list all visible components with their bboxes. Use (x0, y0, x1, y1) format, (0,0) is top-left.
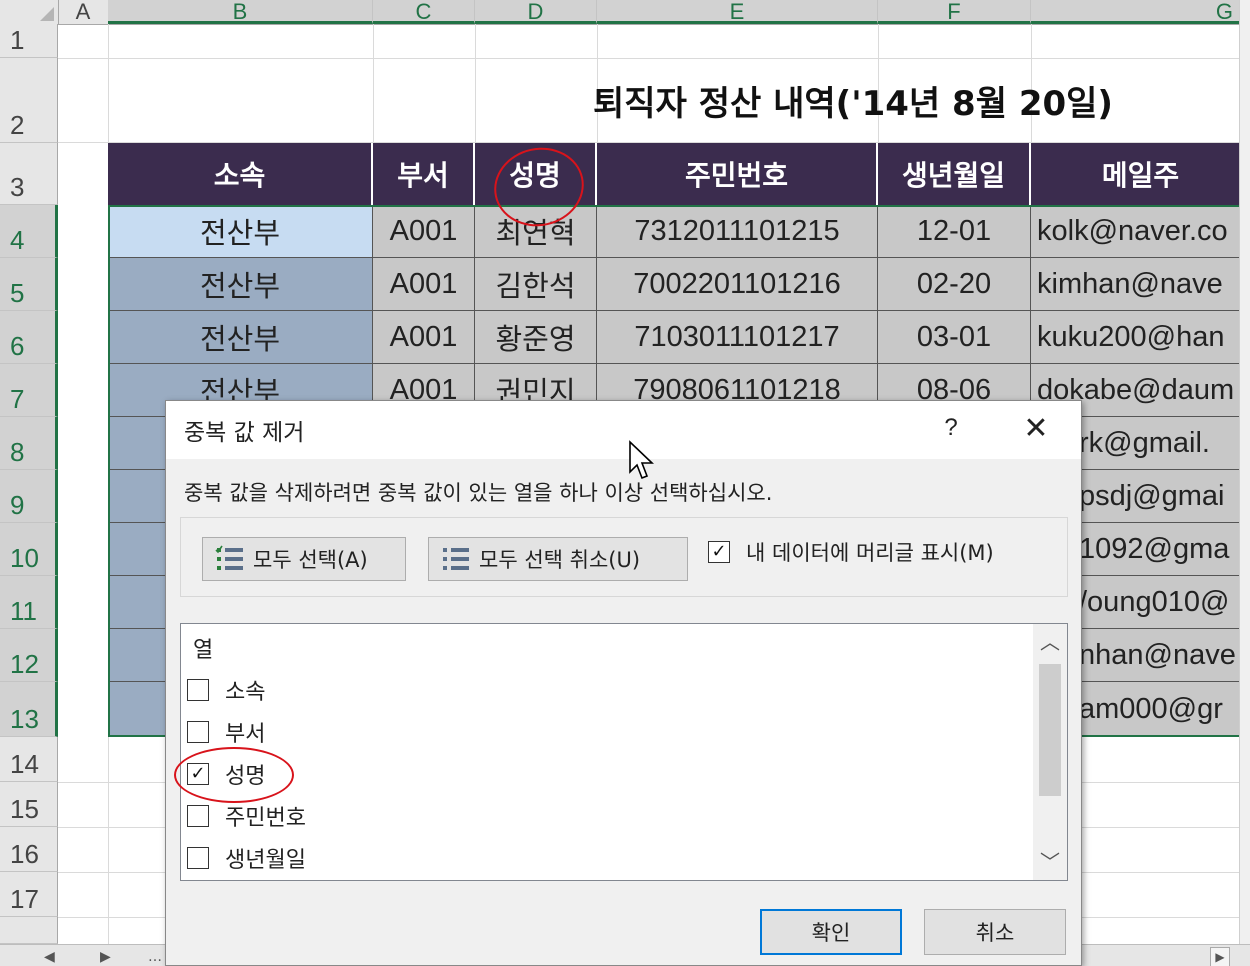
row-header-17[interactable]: 17 (0, 872, 58, 917)
cell-b5[interactable]: 전산부 (108, 258, 373, 311)
column-header-row: A B C D E F G (0, 0, 1250, 25)
column-option-label: 생년월일 (225, 848, 306, 873)
cell-b4[interactable]: 전산부 (108, 205, 373, 258)
cell-g5[interactable]: kimhan@nave (1031, 258, 1250, 311)
dialog-instruction: 중복 값을 삭제하려면 중복 값이 있는 열을 하나 이상 선택하십시오. (184, 481, 773, 505)
table-header-affiliation: 소속 (108, 143, 373, 205)
cell-c6[interactable]: A001 (373, 311, 475, 364)
row-header-2[interactable]: 2 (0, 58, 58, 143)
cell-c4[interactable]: A001 (373, 205, 475, 258)
table-header-resident-number: 주민번호 (597, 143, 878, 205)
row-header-15[interactable]: 15 (0, 782, 58, 827)
dialog-title: 중복 값 제거 (184, 420, 305, 446)
unselect-all-button[interactable]: 모두 선택 취소(U) (428, 537, 688, 581)
table-header-birthdate: 생년월일 (878, 143, 1031, 205)
hscroll-right-icon[interactable]: ▶ (1210, 947, 1230, 966)
column-header-b[interactable]: B (108, 0, 373, 24)
column-option-birthdate[interactable]: 생년월일 (187, 840, 306, 876)
table-header-email: 메일주 (1031, 143, 1250, 205)
scroll-tabs-left-icon[interactable]: ◀ (44, 949, 55, 965)
column-header-d[interactable]: D (475, 0, 597, 24)
checkbox-unchecked-icon (187, 721, 209, 743)
cell-g4[interactable]: kolk@naver.co (1031, 205, 1250, 258)
column-header-e[interactable]: E (597, 0, 878, 24)
row-header-16[interactable]: 16 (0, 827, 58, 872)
select-all-corner[interactable] (0, 0, 59, 24)
scroll-tabs-right-icon[interactable]: ▶ (100, 949, 111, 965)
column-option-label: 소속 (225, 680, 266, 705)
unselect-all-icon (441, 545, 471, 573)
more-tabs-icon[interactable]: … (148, 949, 162, 965)
row-header-18[interactable] (0, 917, 58, 944)
listbox-scrollbar[interactable]: ︿ ﹀ (1033, 624, 1067, 880)
table-header-name: 성명 (475, 143, 597, 205)
row-header-9[interactable]: 9 (0, 470, 58, 523)
cancel-button[interactable]: 취소 (924, 909, 1066, 955)
cell-f6[interactable]: 03-01 (878, 311, 1031, 364)
cell-e4[interactable]: 7312011101215 (597, 205, 878, 258)
cell-e5[interactable]: 7002201101216 (597, 258, 878, 311)
cell-d4[interactable]: 최연혁 (475, 205, 597, 258)
row-header-13[interactable]: 13 (0, 682, 58, 737)
checkbox-unchecked-icon (187, 805, 209, 827)
my-data-has-headers-label: 내 데이터에 머리글 표시(M) (746, 541, 994, 565)
select-all-icon (215, 545, 245, 573)
cell-c5[interactable]: A001 (373, 258, 475, 311)
scrollbar-thumb[interactable] (1039, 664, 1061, 796)
row-header-8[interactable]: 8 (0, 417, 58, 470)
column-option-department[interactable]: 부서 (187, 714, 265, 750)
cell-f4[interactable]: 12-01 (878, 205, 1031, 258)
row-header-6[interactable]: 6 (0, 311, 58, 364)
row-header-3[interactable]: 3 (0, 143, 58, 205)
column-header-f[interactable]: F (878, 0, 1031, 24)
cell-b6[interactable]: 전산부 (108, 311, 373, 364)
cell-g6[interactable]: kuku200@han (1031, 311, 1250, 364)
column-option-label: 부서 (225, 722, 266, 747)
cell-d5[interactable]: 김한석 (475, 258, 597, 311)
dialog-titlebar[interactable]: 중복 값 제거 ? ✕ (166, 401, 1081, 459)
scroll-down-icon[interactable]: ﹀ (1033, 844, 1067, 880)
cell-d6[interactable]: 황준영 (475, 311, 597, 364)
scroll-up-icon[interactable]: ︿ (1033, 624, 1067, 660)
row-header-1[interactable]: 1 (0, 24, 58, 58)
column-header-a[interactable]: A (58, 0, 109, 24)
table-header-department: 부서 (373, 143, 475, 205)
cell-e6[interactable]: 7103011101217 (597, 311, 878, 364)
row-header-10[interactable]: 10 (0, 523, 58, 576)
spreadsheet: A B C D E F G 1 2 3 4 5 6 7 8 9 10 11 12… (0, 0, 1250, 966)
column-header-g[interactable]: G (1031, 0, 1240, 24)
column-option-affiliation[interactable]: 소속 (187, 672, 265, 708)
row-header-7[interactable]: 7 (0, 364, 58, 417)
column-option-label: 성명 (225, 764, 266, 789)
row-header-4[interactable]: 4 (0, 205, 58, 258)
columns-listbox[interactable]: 열 소속 부서 ✓ 성명 주민번호 생년월일 ︿ ﹀ (180, 623, 1068, 881)
vertical-scrollbar[interactable] (1239, 0, 1250, 966)
close-icon[interactable]: ✕ (1018, 411, 1054, 447)
sheet-title: 퇴직자 정산 내역('14년 8월 20일) (593, 83, 1113, 124)
row-header-11[interactable]: 11 (0, 576, 58, 629)
ok-button[interactable]: 확인 (760, 909, 902, 955)
select-all-button[interactable]: 모두 선택(A) (202, 537, 406, 581)
row-header-12[interactable]: 12 (0, 629, 58, 682)
columns-list-header: 열 (193, 638, 214, 663)
checkbox-unchecked-icon (187, 847, 209, 869)
help-icon[interactable]: ? (936, 411, 966, 445)
row-header-14[interactable]: 14 (0, 737, 58, 782)
checkbox-checked-icon: ✓ (187, 763, 209, 785)
row-header-5[interactable]: 5 (0, 258, 58, 311)
checkbox-checked-icon: ✓ (708, 541, 730, 563)
column-header-c[interactable]: C (373, 0, 475, 24)
my-data-has-headers-checkbox[interactable]: ✓ 내 데이터에 머리글 표시(M) (708, 537, 994, 567)
column-option-resident-number[interactable]: 주민번호 (187, 798, 306, 834)
column-option-name[interactable]: ✓ 성명 (187, 756, 265, 792)
cell-f5[interactable]: 02-20 (878, 258, 1031, 311)
select-all-label: 모두 선택(A) (253, 548, 368, 572)
unselect-all-label: 모두 선택 취소(U) (479, 548, 641, 572)
checkbox-unchecked-icon (187, 679, 209, 701)
remove-duplicates-dialog: 중복 값 제거 ? ✕ 중복 값을 삭제하려면 중복 값이 있는 열을 하나 이… (165, 400, 1082, 966)
column-option-label: 주민번호 (225, 806, 306, 831)
